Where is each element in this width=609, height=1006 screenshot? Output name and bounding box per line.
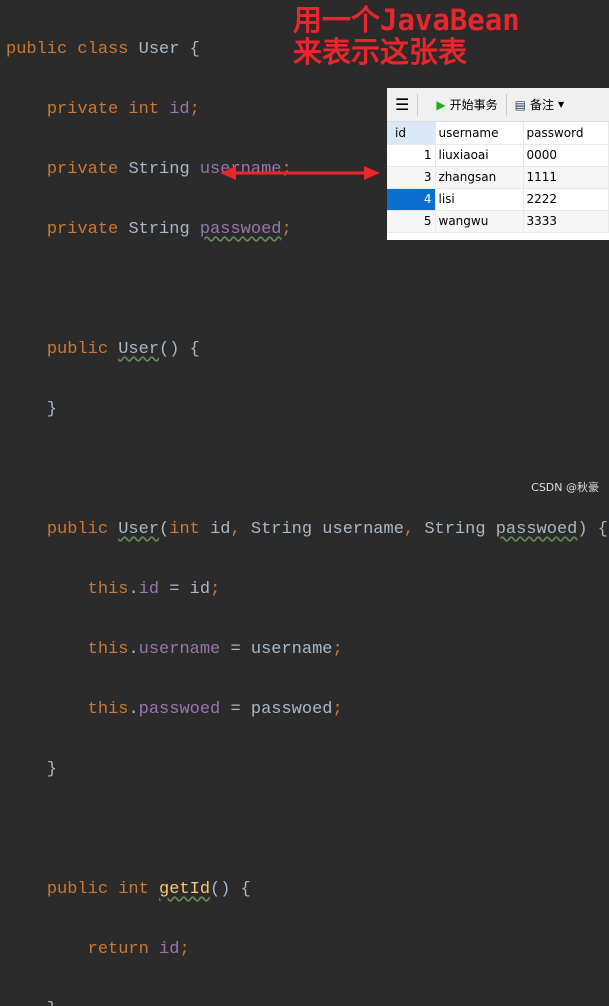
watermark: CSDN @秋豪 (531, 481, 599, 494)
code-line: } (6, 760, 58, 779)
code-line: } (6, 995, 608, 1006)
code-line: return id; (87, 940, 190, 959)
hamburger-icon: ☰ (395, 95, 410, 114)
annotation-line: 用一个JavaBean (293, 3, 520, 37)
data-grid[interactable]: id username password 1 liuxiaoai 0000 3 zha… (387, 122, 609, 233)
column-header-username[interactable]: username (435, 122, 524, 145)
code-line: this.username = username; (87, 640, 343, 659)
code-line: this.passwoed = passwoed; (87, 700, 343, 719)
code-line: public User(int id, String username, Str… (46, 520, 608, 539)
annotation-line: 来表示这张表 (293, 35, 468, 69)
code-line: public User() { (46, 340, 200, 359)
double-arrow-icon (220, 166, 380, 180)
table-row[interactable]: 5 wangwu 3333 (387, 210, 609, 233)
toolbar: ☰ ▶ 开始事务 ▤ 备注 ▼ (387, 88, 609, 122)
table-row[interactable]: 1 liuxiaoai 0000 (387, 144, 609, 167)
annotation-title: 用一个JavaBean 来表示这张表 (293, 4, 520, 68)
column-header-id[interactable]: id (387, 122, 436, 145)
code-line: } (6, 400, 58, 419)
table-viewer: ☰ ▶ 开始事务 ▤ 备注 ▼ id username password 1 liuxi… (387, 88, 609, 240)
column-header-password[interactable]: password (523, 122, 609, 145)
begin-transaction-button[interactable]: ▶ 开始事务 (418, 96, 505, 113)
code-line: this.id = id; (87, 580, 221, 599)
note-button[interactable]: ▤ 备注 ▼ (507, 96, 573, 113)
document-icon: ▤ (514, 97, 526, 112)
code-line: public int getId() { (46, 880, 251, 899)
header-row: id username password (387, 122, 609, 145)
db-play-icon: ▶ (436, 97, 446, 112)
menu-button[interactable]: ☰ (387, 95, 417, 114)
table-row-selected[interactable]: 4 lisi 2222 (387, 188, 609, 211)
table-row[interactable]: 3 zhangsan 1111 (387, 166, 609, 189)
dropdown-arrow-icon: ▼ (557, 100, 565, 109)
